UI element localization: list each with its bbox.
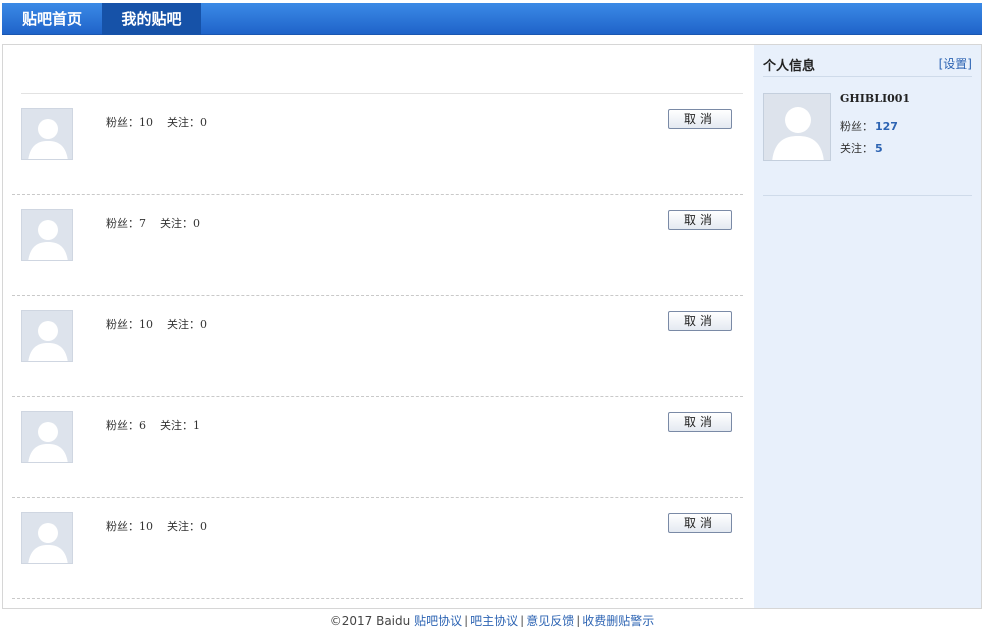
content-frame: 粉丝：10 关注：0 取消 粉丝：7 关注：0 取消 粉丝：10 关注：0 取消… [2,44,982,609]
fans-count: 7 [139,217,146,230]
cancel-button[interactable]: 取消 [668,412,732,432]
follow-count: 0 [200,520,207,533]
avatar[interactable] [21,108,73,160]
fans-count[interactable]: 127 [875,120,898,133]
default-avatar-icon [764,94,830,160]
footer-link-feedback[interactable]: 意见反馈 [526,614,574,627]
profile-follow: 关注： 5 [840,140,883,156]
fans-count: 10 [139,520,153,533]
list-item: 粉丝：10 关注：0 取消 [12,94,743,195]
cancel-button[interactable]: 取消 [668,311,732,331]
follow-count[interactable]: 5 [875,142,883,155]
user-stats: 粉丝：7 关注：0 [106,215,200,231]
follow-label: 关注： [167,520,200,533]
list-item: 粉丝：6 关注：1 取消 [12,397,743,498]
follow-label: 关注： [167,116,200,129]
user-stats: 粉丝：10 关注：0 [106,316,207,332]
list-item: 粉丝：10 关注：0 取消 [12,498,743,599]
avatar[interactable] [21,512,73,564]
list-item: 粉丝：10 关注：0 取消 [12,296,743,397]
tab-tieba-home[interactable]: 贴吧首页 [2,3,102,35]
fans-label: 粉丝： [840,120,873,133]
fans-count: 10 [139,318,153,331]
default-avatar-icon [22,109,72,159]
copyright: ©2017 Baidu [329,614,411,627]
follow-label: 关注： [160,217,193,230]
cancel-button[interactable]: 取消 [668,109,732,129]
avatar[interactable] [21,310,73,362]
follow-label: 关注： [160,419,193,432]
footer-separator: | [520,614,525,627]
fans-label: 粉丝： [106,419,139,432]
default-avatar-icon [22,210,72,260]
footer-link-tieba-agreement[interactable]: 贴吧协议 [414,614,462,627]
follow-count: 0 [200,116,207,129]
cancel-button[interactable]: 取消 [668,210,732,230]
follow-label: 关注： [167,318,200,331]
follow-list: 粉丝：10 关注：0 取消 粉丝：7 关注：0 取消 粉丝：10 关注：0 取消… [3,45,754,608]
profile-avatar[interactable] [763,93,831,161]
tab-my-tieba[interactable]: 我的贴吧 [102,3,201,35]
sidebar-title: 个人信息 [763,59,816,74]
follow-count: 1 [193,419,200,432]
follow-count: 0 [200,318,207,331]
default-avatar-icon [22,412,72,462]
default-avatar-icon [22,311,72,361]
user-stats: 粉丝：6 关注：1 [106,417,200,433]
fans-count: 10 [139,116,153,129]
top-nav: 贴吧首页 我的贴吧 [2,3,982,35]
user-stats: 粉丝：10 关注：0 [106,518,207,534]
fans-label: 粉丝： [106,217,139,230]
fans-label: 粉丝： [106,520,139,533]
cancel-button[interactable]: 取消 [668,513,732,533]
footer-link-admin-agreement[interactable]: 吧主协议 [470,614,518,627]
avatar[interactable] [21,411,73,463]
follow-count: 0 [193,217,200,230]
profile-sidebar: 个人信息 [设置] GHIBLI001 粉丝： 127 关注： 5 [754,45,981,608]
footer: ©2017 Baidu 贴吧协议 | 吧主协议 | 意见反馈 | 收费删贴警示 [0,612,984,627]
default-avatar-icon [22,513,72,563]
list-item: 粉丝：7 关注：0 取消 [12,195,743,296]
profile-fans: 粉丝： 127 [840,118,898,134]
username[interactable]: GHIBLI001 [840,92,910,105]
user-stats: 粉丝：10 关注：0 [106,114,207,130]
footer-separator: | [464,614,469,627]
sidebar-header: 个人信息 [设置] [763,54,972,77]
follow-label: 关注： [840,142,873,155]
footer-separator: | [576,614,581,627]
avatar[interactable] [21,209,73,261]
fans-label: 粉丝： [106,116,139,129]
settings-link[interactable]: [设置] [939,55,972,72]
fans-count: 6 [139,419,146,432]
divider [763,195,972,196]
footer-link-paid-delete-warning[interactable]: 收费删贴警示 [582,614,654,627]
fans-label: 粉丝： [106,318,139,331]
